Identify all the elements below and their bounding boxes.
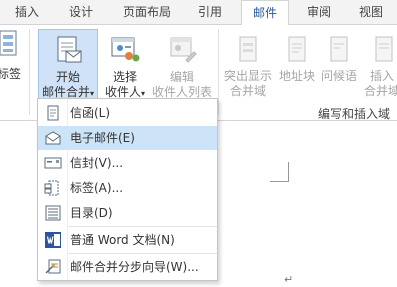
menu-item-envelopes[interactable]: 信封(V)... (38, 151, 217, 175)
insert-merge-field-label-2: 合并域 (363, 84, 397, 98)
address-block-label: 地址块 (278, 69, 315, 83)
greeting-line-icon (330, 36, 348, 62)
greeting-line-label: 问候语 (320, 69, 357, 83)
menu-item-labels-label: 标签(A)... (70, 181, 124, 195)
highlight-merge-fields-button[interactable]: 突出显示 合并域 (221, 29, 275, 99)
start-mail-merge-label-1: 开始 (55, 70, 80, 84)
address-block-icon (288, 36, 306, 62)
menu-item-envelopes-label: 信封(V)... (70, 156, 124, 170)
start-mail-merge-icon (57, 36, 82, 63)
tab-design[interactable]: 设计 (60, 0, 102, 25)
select-recipients-icon (111, 37, 140, 62)
ribbon-tab-bar: 插入 设计 页面布局 引用 邮件 审阅 视图 (0, 0, 397, 26)
paragraph-mark: ↵ (284, 273, 294, 286)
select-recipients-button[interactable]: 选择 收件人▾ (100, 29, 150, 101)
margin-corner-mark (270, 181, 288, 182)
email-icon (45, 131, 61, 145)
group-label-write-insert: 编写和插入域 (318, 107, 391, 121)
start-mail-merge-label-2: 邮件合并 (41, 85, 90, 99)
highlight-fields-icon (239, 36, 257, 62)
chevron-down-icon: ▾ (90, 89, 95, 98)
tab-layout[interactable]: 页面布局 (116, 0, 178, 25)
menu-item-email-label: 电子邮件(E) (70, 131, 135, 145)
highlight-fields-label-1: 突出显示 (223, 69, 272, 83)
group-separator (218, 29, 219, 115)
edit-recipient-list-button[interactable]: 编辑 收件人列表 (150, 29, 214, 100)
highlight-fields-label-2: 合并域 (229, 84, 266, 98)
menu-item-mail-merge-wizard-label: 邮件合并分步向导(W)... (70, 260, 199, 274)
directory-icon (45, 205, 61, 221)
labels-icon (44, 180, 59, 196)
insert-merge-field-icon (375, 36, 393, 62)
labels-button-label: 标签 (0, 67, 21, 81)
start-mail-merge-button[interactable]: 开始 邮件合并▾ (38, 29, 98, 101)
labels-icon (0, 30, 17, 56)
greeting-line-button[interactable]: 问候语 (318, 29, 360, 84)
menu-item-letters-label: 信函(L) (70, 106, 111, 120)
margin-corner-mark (288, 162, 289, 182)
tab-view[interactable]: 视图 (350, 0, 392, 25)
insert-merge-field-label-1: 插入 (369, 69, 394, 83)
letter-icon (47, 105, 59, 121)
menu-separator (68, 226, 217, 227)
word-document-icon (45, 232, 61, 248)
chevron-down-icon: ▾ (141, 89, 146, 98)
edit-recipients-label-1: 编辑 (169, 70, 194, 84)
tab-review[interactable]: 审阅 (298, 0, 340, 25)
start-mail-merge-menu: 信函(L) 电子邮件(E) 信封(V)... 标签(A)... 目录(D) 普通… (37, 98, 218, 281)
menu-item-directory[interactable]: 目录(D) (38, 201, 217, 225)
menu-item-normal-word-document[interactable]: 普通 Word 文档(N) (38, 228, 217, 252)
group-separator (29, 29, 30, 115)
menu-item-letters[interactable]: 信函(L) (38, 101, 217, 125)
tab-mailings[interactable]: 邮件 (241, 0, 289, 26)
edit-recipients-icon (170, 37, 197, 63)
labels-button[interactable]: 标签 (0, 29, 22, 82)
menu-item-directory-label: 目录(D) (70, 206, 113, 220)
tab-references[interactable]: 引用 (189, 0, 231, 25)
menu-item-mail-merge-wizard[interactable]: 邮件合并分步向导(W)... (38, 255, 217, 279)
envelope-icon (44, 157, 62, 169)
select-recipients-label-2: 收件人 (104, 85, 141, 99)
mail-merge-wizard-icon (45, 259, 61, 274)
select-recipients-label-1: 选择 (112, 70, 137, 84)
menu-item-normal-word-document-label: 普通 Word 文档(N) (70, 233, 175, 247)
tab-insert[interactable]: 插入 (6, 0, 48, 25)
menu-item-email[interactable]: 电子邮件(E) (38, 126, 217, 150)
address-block-button[interactable]: 地址块 (277, 29, 317, 84)
menu-separator (68, 253, 217, 254)
insert-merge-field-button[interactable]: 插入 合并域 (362, 29, 397, 99)
menu-item-labels[interactable]: 标签(A)... (38, 176, 217, 200)
